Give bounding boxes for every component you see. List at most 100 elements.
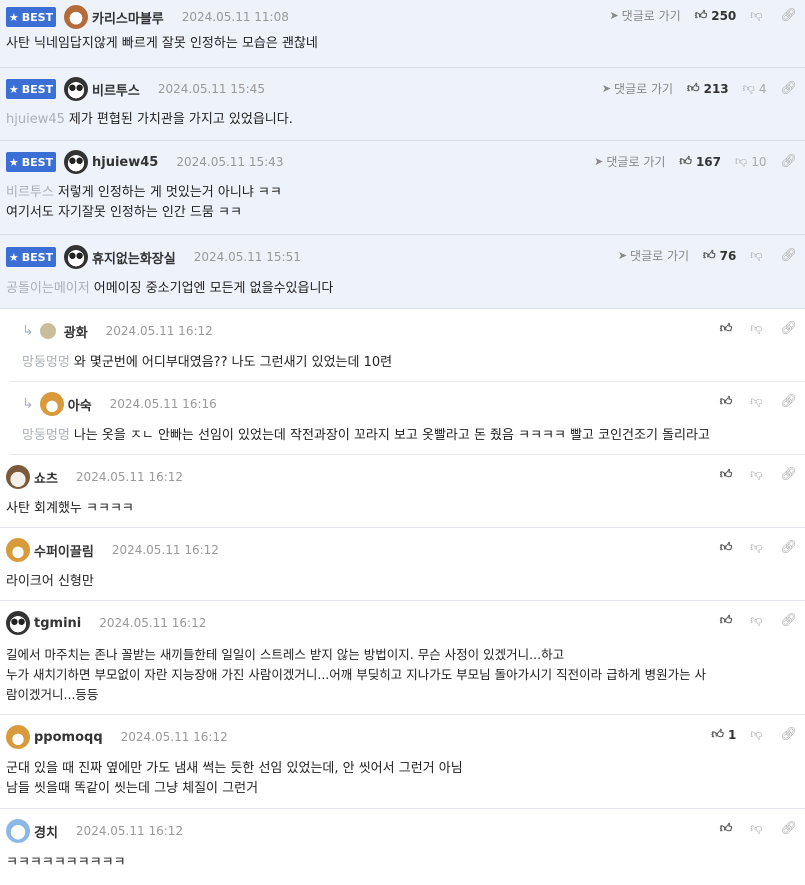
nickname[interactable]: 쇼츠 [34, 468, 58, 487]
reply-arrow-icon: ↳ [22, 396, 34, 412]
link-icon[interactable]: 🔗︎ [780, 321, 797, 336]
link-icon[interactable]: 🔗︎ [780, 540, 797, 555]
avatar[interactable] [6, 538, 30, 562]
go-to-comment-link[interactable]: ➤ 댓글로 가기 [602, 80, 673, 97]
avatar[interactable] [64, 5, 88, 29]
comment-date: 2024.05.11 11:08 [181, 10, 289, 24]
comment-actions: 👍︎ 👎︎ 🔗︎ [706, 613, 797, 628]
dislike-button[interactable]: 👎︎ 10 [735, 154, 766, 169]
like-button[interactable]: 👍︎ 250 [695, 8, 737, 23]
comment-list: ★ BEST 카리스마블루 2024.05.11 11:08 ➤ 댓글로 가기 👍︎… [0, 0, 805, 879]
comment-header: 경치 2024.05.11 16:12 [0, 809, 805, 853]
dislike-button[interactable]: 👎︎ [750, 727, 766, 742]
link-icon[interactable]: 🔗︎ [780, 248, 797, 263]
like-button[interactable]: 👍︎ 213 [687, 81, 729, 96]
go-to-comment-link[interactable]: ➤ 댓글로 가기 [609, 7, 680, 24]
thumb-down-icon: 👎︎ [750, 821, 763, 835]
dislike-button[interactable]: 👎︎ [750, 821, 766, 836]
nickname[interactable]: 수퍼이끌림 [34, 541, 94, 560]
comment-actions: ➤ 댓글로 가기 👍︎ 213 👎︎ 4 🔗︎ [588, 80, 797, 97]
go-to-comment-link[interactable]: ➤ 댓글로 가기 [618, 247, 689, 264]
dislike-button[interactable]: 👎︎ [750, 613, 766, 628]
thumb-down-icon: 👎︎ [750, 613, 763, 627]
best-badge: ★ BEST [6, 247, 56, 267]
nickname[interactable]: ppomoqq [34, 730, 103, 745]
avatar[interactable] [64, 77, 88, 101]
avatar[interactable] [6, 819, 30, 843]
mention[interactable]: hjuiew45 [6, 112, 65, 127]
dislike-button[interactable]: 👎︎ [750, 8, 766, 23]
link-icon[interactable]: 🔗︎ [780, 81, 797, 96]
nickname[interactable]: 광화 [64, 322, 88, 341]
comment-body: 망둥멍멍 와 몇군번에 어디부대였음?? 나도 그런새기 있었는데 10련 [22, 355, 393, 370]
comment-item: ppomoqq 2024.05.11 16:12 👍︎ 1 👎︎ 🔗︎ 군대 있을… [0, 715, 805, 809]
go-to-comment-link[interactable]: ➤ 댓글로 가기 [594, 153, 665, 170]
mention[interactable]: 망둥멍멍 [22, 428, 70, 443]
dislike-button[interactable]: 👎︎ 4 [743, 81, 767, 96]
dislike-button[interactable]: 👎︎ [750, 248, 766, 263]
dislike-button[interactable]: 👎︎ [750, 467, 766, 482]
comment-date: 2024.05.11 16:12 [120, 730, 228, 744]
comment-header: tgmini 2024.05.11 16:12 [0, 601, 805, 645]
comment-actions: ➤ 댓글로 가기 👍︎ 76 👎︎ 🔗︎ [604, 247, 797, 264]
avatar[interactable] [39, 392, 64, 416]
thumb-down-icon: 👎︎ [735, 154, 748, 168]
dislike-button[interactable]: 👎︎ [750, 321, 766, 336]
nickname[interactable]: tgmini [34, 616, 81, 631]
avatar[interactable] [6, 725, 30, 749]
avatar[interactable] [39, 323, 56, 339]
comment-date: 2024.05.11 15:43 [176, 155, 284, 169]
comment-actions: 👍︎ 1 👎︎ 🔗︎ [697, 727, 797, 742]
nickname[interactable]: 아숙 [68, 395, 92, 414]
avatar[interactable] [6, 465, 30, 489]
nickname[interactable]: 경치 [34, 822, 58, 841]
mention[interactable]: 비르투스 [6, 185, 54, 200]
like-button[interactable]: 👍︎ 167 [679, 154, 721, 169]
like-button[interactable]: 👍︎ [720, 613, 737, 628]
mention[interactable]: 망둥멍멍 [22, 355, 70, 370]
nickname[interactable]: hjuiew45 [92, 155, 158, 170]
link-icon[interactable]: 🔗︎ [780, 727, 797, 742]
link-icon[interactable]: 🔗︎ [780, 154, 797, 169]
link-icon[interactable]: 🔗︎ [780, 613, 797, 628]
thumb-down-icon: 👎︎ [750, 248, 763, 262]
like-button[interactable]: 👍︎ [720, 540, 737, 555]
comment-date: 2024.05.11 16:12 [111, 543, 219, 557]
comment-header: ppomoqq 2024.05.11 16:12 [0, 715, 805, 759]
like-button[interactable]: 👍︎ [720, 394, 737, 409]
comment-header: 수퍼이끌림 2024.05.11 16:12 [0, 528, 805, 572]
dislike-button[interactable]: 👎︎ [750, 394, 766, 409]
mention[interactable]: 공돌이는메이저 [6, 281, 90, 296]
comment-actions: 👍︎ 👎︎ 🔗︎ [706, 321, 797, 336]
thumb-up-icon: 👍︎ [719, 821, 733, 835]
link-icon[interactable]: 🔗︎ [780, 394, 797, 409]
nickname[interactable]: 휴지없는화장실 [92, 248, 176, 267]
dislike-button[interactable]: 👎︎ [750, 540, 766, 555]
like-button[interactable]: 👍︎ [720, 467, 737, 482]
star-icon: ★ [8, 82, 19, 96]
thumb-up-icon: 👍︎ [719, 321, 733, 335]
paper-plane-icon: ➤ [617, 249, 628, 262]
nickname[interactable]: 비르투스 [92, 80, 140, 99]
thumb-down-icon: 👎︎ [750, 540, 763, 554]
thumb-down-icon: 👎︎ [750, 321, 763, 335]
link-icon[interactable]: 🔗︎ [780, 821, 797, 836]
comment-date: 2024.05.11 15:45 [157, 82, 265, 96]
nickname[interactable]: 카리스마블루 [92, 8, 164, 27]
thumb-up-icon: 👍︎ [679, 154, 692, 168]
like-button[interactable]: 👍︎ 76 [703, 248, 736, 263]
comment-body: 망둥멍멍 나는 옷을 ㅈㄴ 안빠는 선임이 있었는데 작전과장이 꼬라지 보고 옷… [22, 428, 710, 443]
thumb-down-icon: 👎︎ [750, 394, 763, 408]
link-icon[interactable]: 🔗︎ [780, 8, 797, 23]
link-icon[interactable]: 🔗︎ [780, 467, 797, 482]
thumb-up-icon: 👍︎ [719, 540, 733, 554]
like-button[interactable]: 👍︎ [720, 321, 737, 336]
comment-line: 길에서 마주치는 존나 꼴받는 새끼들한테 일일이 스트레스 받지 않는 방법이… [6, 647, 565, 662]
comment-line: 람이겠거니...등등 [6, 687, 99, 702]
comment-body: ㅋㅋㅋㅋㅋㅋㅋㅋㅋㅋ [6, 855, 126, 870]
avatar[interactable] [64, 150, 88, 174]
avatar[interactable] [64, 245, 88, 269]
avatar[interactable] [6, 611, 30, 635]
like-button[interactable]: 👍︎ 1 [711, 727, 736, 742]
like-button[interactable]: 👍︎ [720, 821, 737, 836]
